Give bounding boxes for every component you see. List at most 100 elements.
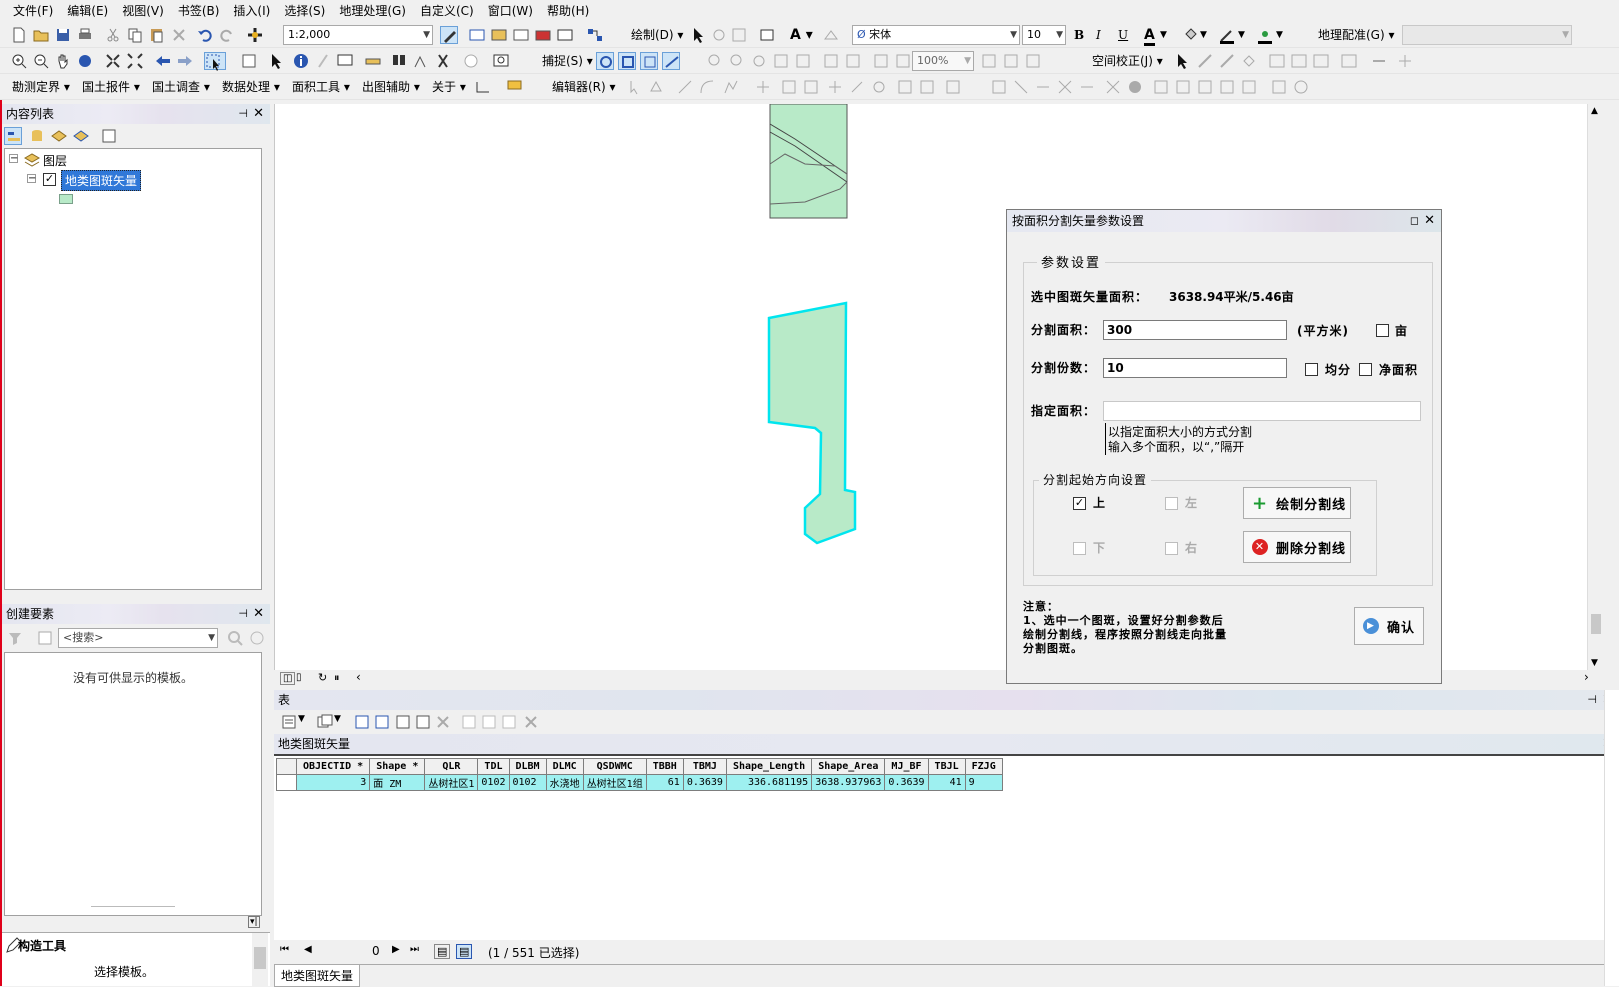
straight-segment-icon[interactable] — [676, 78, 694, 96]
sketch-tool-icon[interactable] — [722, 78, 740, 96]
table-tab-active[interactable]: 地类图斑矢量 — [274, 965, 361, 987]
split-area-input[interactable]: 300 — [1103, 320, 1287, 340]
column-header[interactable]: QSDWMC — [582, 758, 647, 775]
cut-polygons-icon[interactable] — [802, 78, 820, 96]
specify-area-input[interactable] — [1103, 401, 1421, 421]
pan-layout-icon[interactable] — [750, 52, 768, 70]
first-record-icon[interactable]: ⏮ — [280, 944, 289, 955]
split-count-input[interactable]: 10 — [1103, 358, 1287, 378]
copy-icon[interactable] — [126, 26, 144, 44]
menu-item-0[interactable]: 文件(F) — [6, 0, 60, 22]
mu-checkbox[interactable] — [1376, 324, 1389, 337]
maximize-icon[interactable]: ◻ — [1410, 210, 1419, 232]
split-icon[interactable] — [826, 78, 844, 96]
union-icon[interactable] — [1292, 78, 1310, 96]
table-window-icon[interactable] — [468, 26, 486, 44]
edit-vertices-icon[interactable] — [822, 26, 840, 44]
options-icon[interactable] — [100, 127, 118, 145]
create-features-icon[interactable] — [918, 78, 936, 96]
rotate-feature-icon[interactable] — [848, 78, 866, 96]
scroll-thumb[interactable] — [1591, 614, 1601, 634]
multi-link-icon[interactable] — [1240, 52, 1258, 70]
layer-symbol-swatch[interactable] — [59, 194, 73, 204]
top-parcel-feature[interactable] — [769, 104, 848, 219]
survey-boundary-menu[interactable]: 勘测定界 ▾ — [12, 79, 70, 95]
select-by-attributes-icon[interactable] — [354, 713, 372, 731]
column-header[interactable]: Shape_Length — [725, 758, 813, 775]
last-record-icon[interactable]: ⏭ — [410, 944, 419, 955]
draw-split-line-button[interactable]: + 绘制分割线 — [1243, 487, 1351, 519]
pan-to-selected-icon[interactable] — [480, 713, 498, 731]
chevron-down-icon[interactable]: ▼ — [298, 714, 305, 724]
menu-item-2[interactable]: 视图(V) — [115, 0, 171, 22]
row-selector[interactable] — [276, 774, 297, 791]
limited-adjust-icon[interactable] — [1340, 52, 1358, 70]
fixed-zoom-out-layout-icon[interactable] — [844, 52, 862, 70]
hyperlink-icon[interactable] — [314, 52, 332, 70]
net-area-checkbox[interactable] — [1359, 363, 1372, 376]
clear-search-icon[interactable] — [248, 629, 266, 647]
table-cell[interactable]: 丛树社区1组 — [582, 774, 647, 791]
generalize-icon[interactable] — [1104, 78, 1122, 96]
pause-drawing-icon[interactable]: ⏸ — [334, 671, 340, 685]
menu-item-8[interactable]: 窗口(W) — [481, 0, 540, 22]
mapping-aid-menu[interactable]: 出图辅助 ▾ — [362, 79, 420, 95]
menu-item-1[interactable]: 编辑(E) — [60, 0, 115, 22]
selected-parcel-feature[interactable] — [767, 301, 857, 545]
row-selector-header[interactable] — [276, 758, 297, 775]
layer-visibility-checkbox[interactable]: ✓ — [43, 173, 56, 186]
column-header[interactable]: FZJG — [964, 758, 1003, 775]
column-header[interactable]: TBJL — [927, 758, 966, 775]
direction-right-checkbox[interactable] — [1165, 542, 1178, 555]
table-cell[interactable]: 0.3639 — [682, 774, 727, 791]
current-record-value[interactable]: 0 — [372, 944, 380, 958]
font-color-icon[interactable]: A — [1144, 27, 1155, 46]
forward-extent-icon[interactable] — [176, 52, 194, 70]
select-elements-icon[interactable] — [690, 26, 708, 44]
georef-layer-select[interactable]: ▼ — [1402, 25, 1572, 45]
column-header[interactable]: DLMC — [545, 758, 584, 775]
show-all-records-icon[interactable]: ▤ — [434, 944, 451, 959]
menu-item-4[interactable]: 插入(I) — [226, 0, 277, 22]
redo-icon[interactable] — [218, 26, 236, 44]
topology-icon[interactable] — [944, 78, 962, 96]
attributes-icon[interactable] — [870, 78, 888, 96]
direction-down-checkbox[interactable] — [1073, 542, 1086, 555]
table-cell[interactable]: 41 — [927, 774, 966, 791]
fill-color-icon[interactable] — [1182, 26, 1200, 44]
menu-item-6[interactable]: 地理处理(G) — [332, 0, 413, 22]
template-properties-icon[interactable] — [36, 629, 54, 647]
attribute-transfer-icon[interactable] — [1312, 52, 1330, 70]
smooth-icon[interactable] — [1126, 78, 1144, 96]
menu-item-9[interactable]: 帮助(H) — [540, 0, 596, 22]
menu-item-7[interactable]: 自定义(C) — [413, 0, 481, 22]
table-cell[interactable]: 丛树社区1 — [424, 774, 479, 791]
time-slider-icon[interactable] — [462, 52, 480, 70]
zoom-to-selected-icon[interactable] — [414, 713, 432, 731]
chevron-down-icon[interactable]: ▼ — [1200, 27, 1207, 43]
font-name-select[interactable]: Ø 宋体 ▼ — [852, 25, 1020, 45]
toc-root-label[interactable]: 图层 — [43, 152, 67, 169]
chevron-down-icon[interactable]: ▼ — [1160, 27, 1167, 43]
flash-selected-icon[interactable] — [500, 713, 518, 731]
point-snap-icon[interactable] — [596, 52, 614, 70]
splitter-grip[interactable] — [91, 906, 175, 907]
vertical-scrollbar[interactable] — [252, 933, 268, 987]
list-by-source-icon[interactable] — [28, 127, 46, 145]
create-viewer-icon[interactable] — [492, 52, 510, 70]
reshape-icon[interactable] — [754, 78, 772, 96]
rotate-icon[interactable] — [710, 26, 728, 44]
back-extent-icon[interactable] — [154, 52, 172, 70]
table-cell[interactable]: 3 — [295, 774, 371, 791]
replace-geometry-icon[interactable] — [1174, 78, 1192, 96]
edit-tool-icon[interactable] — [626, 78, 644, 96]
zoom-out-layout-icon[interactable] — [728, 52, 746, 70]
close-icon[interactable]: ✕ — [253, 604, 264, 624]
zoom-100-icon[interactable] — [794, 52, 812, 70]
switch-selection-icon[interactable] — [374, 713, 392, 731]
snapping-menu[interactable]: 捕捉(S) ▾ — [542, 53, 593, 69]
column-header[interactable]: DLBM — [508, 758, 547, 775]
delete-icon[interactable] — [170, 26, 188, 44]
column-header[interactable]: TBMJ — [682, 758, 727, 775]
underline-button[interactable]: U — [1118, 27, 1128, 43]
